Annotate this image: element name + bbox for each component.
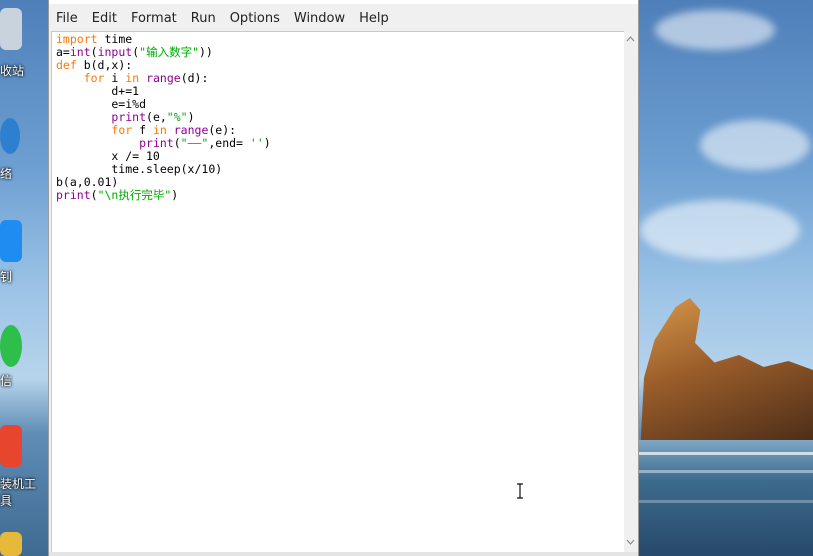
menu-window[interactable]: Window bbox=[287, 8, 352, 30]
code-token: range bbox=[146, 71, 181, 85]
code-token: "\n执行完毕" bbox=[97, 188, 172, 202]
desktop-label: 络 bbox=[0, 167, 13, 181]
code-token: f bbox=[132, 123, 153, 137]
code-token: ,end= bbox=[208, 136, 250, 150]
desktop-label: 信 bbox=[0, 374, 13, 388]
code-token: d+=1 bbox=[56, 84, 140, 98]
menu-help[interactable]: Help bbox=[352, 8, 396, 30]
code-token: range bbox=[173, 123, 209, 137]
menu-format[interactable]: Format bbox=[124, 8, 184, 30]
code-token: ) bbox=[171, 188, 179, 202]
code-token: x /= 10 bbox=[56, 149, 160, 163]
menu-file[interactable]: File bbox=[49, 8, 85, 30]
desktop-icon-strip: 收站 络 钊 信 装机工 具 bbox=[0, 0, 48, 556]
desktop-label: 装机工 bbox=[0, 477, 37, 491]
code-token: in bbox=[152, 123, 167, 137]
code-token: ( bbox=[90, 45, 98, 59]
code-token: for bbox=[111, 123, 133, 137]
code-token: time.sleep(x/10) bbox=[56, 162, 223, 176]
code-token: time bbox=[97, 32, 133, 46]
installer-tool-icon[interactable] bbox=[0, 425, 22, 467]
network-icon[interactable] bbox=[0, 118, 20, 154]
desktop-label: 收站 bbox=[0, 64, 25, 78]
code-token: for bbox=[83, 71, 105, 85]
down-arrow-icon[interactable] bbox=[624, 536, 637, 550]
code-line: time.sleep(x/10) bbox=[56, 163, 624, 176]
window-bottom-edge bbox=[49, 552, 638, 556]
code-token: '' bbox=[249, 136, 264, 150]
wallpaper-wave bbox=[637, 470, 813, 473]
wallpaper-cloud bbox=[640, 200, 800, 260]
menu-run[interactable]: Run bbox=[184, 8, 223, 30]
code-token: a= bbox=[56, 45, 70, 59]
code-line: a=int(input("输入数字")) bbox=[56, 46, 624, 59]
code-token: )) bbox=[199, 45, 213, 59]
code-text: import time a=int(input("输入数字")) def b(d,x… bbox=[52, 32, 624, 202]
code-token: input bbox=[97, 45, 133, 59]
idle-editor-window: File Edit Format Run Options Window Help… bbox=[48, 0, 639, 556]
code-token: "输入数字" bbox=[139, 45, 199, 59]
code-token: ( bbox=[173, 136, 181, 150]
code-token: int bbox=[69, 45, 91, 59]
code-token: ) bbox=[263, 136, 271, 150]
menu-edit[interactable]: Edit bbox=[85, 8, 124, 30]
code-editor[interactable]: import time a=int(input("输入数字")) def b(d,x… bbox=[51, 31, 625, 554]
wallpaper-rock bbox=[640, 298, 813, 445]
app-shortcut-icon[interactable] bbox=[0, 220, 22, 262]
code-token: def bbox=[56, 58, 77, 72]
desktop-label: 钊 bbox=[0, 270, 13, 284]
menu-bar: File Edit Format Run Options Window Help bbox=[49, 8, 638, 30]
code-token: b(a,0.01) bbox=[56, 175, 119, 189]
desktop-label: 具 bbox=[0, 494, 13, 508]
folder-icon[interactable] bbox=[0, 532, 22, 556]
code-token: (e): bbox=[208, 123, 237, 137]
chat-app-icon[interactable] bbox=[0, 325, 22, 367]
code-token: "——" bbox=[180, 136, 209, 150]
title-bar[interactable] bbox=[49, 0, 638, 4]
code-token: print bbox=[139, 136, 174, 150]
code-token: ) bbox=[187, 110, 195, 124]
wallpaper-wave bbox=[637, 500, 813, 503]
wallpaper-sea bbox=[637, 440, 813, 556]
wallpaper-cloud bbox=[700, 120, 810, 170]
code-token: (e, bbox=[146, 110, 167, 124]
code-token: "%" bbox=[166, 110, 188, 124]
code-token: print bbox=[111, 110, 147, 124]
code-token: b(d,x): bbox=[76, 58, 133, 72]
code-token: i bbox=[104, 71, 126, 85]
text-ibeam-cursor-icon bbox=[517, 483, 523, 499]
code-token: e=i%d bbox=[56, 97, 147, 111]
wallpaper-cloud bbox=[655, 10, 775, 50]
vertical-scrollbar[interactable] bbox=[624, 31, 637, 552]
wallpaper-wave bbox=[637, 452, 813, 455]
code-token: import bbox=[56, 32, 98, 46]
menu-options[interactable]: Options bbox=[223, 8, 287, 30]
up-arrow-icon[interactable] bbox=[624, 33, 637, 47]
code-token: ( bbox=[90, 188, 98, 202]
code-line: print("\n执行完毕") bbox=[56, 189, 624, 202]
code-token: in bbox=[125, 71, 140, 85]
code-line: for i in range(d): bbox=[56, 72, 624, 85]
code-token: (d): bbox=[180, 71, 209, 85]
recycle-bin-icon[interactable] bbox=[0, 8, 22, 50]
code-token: print bbox=[56, 188, 91, 202]
